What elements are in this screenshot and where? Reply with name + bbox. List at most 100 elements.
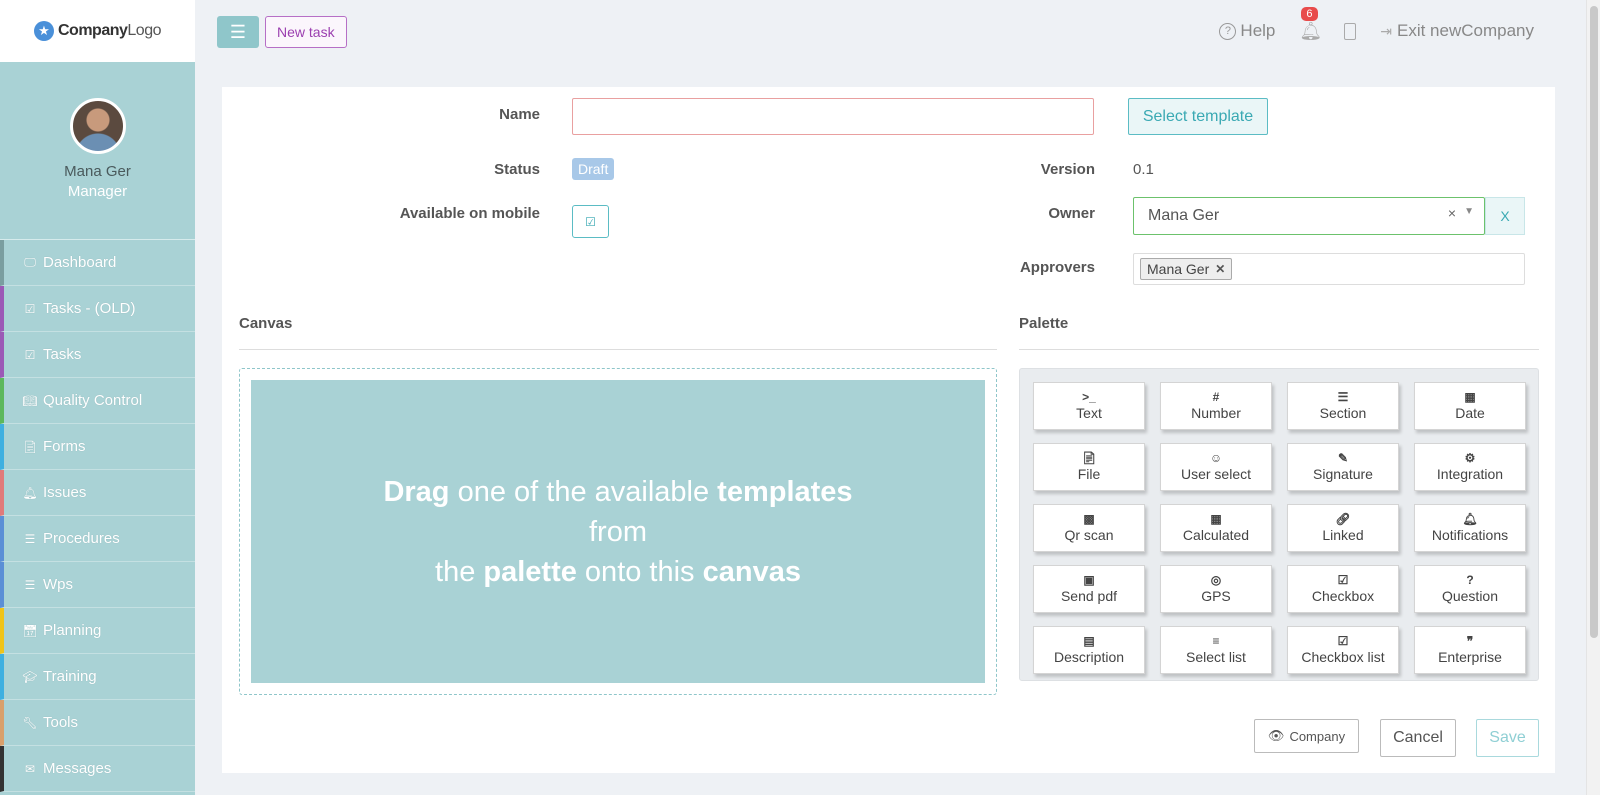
- sidebar-nav: 🖵︎ Dashboard ☑ Tasks - (OLD) ☑ Tasks 📖︎ Quality…: [0, 240, 195, 792]
- canvas-instructions: Drag one of the available templates from…: [383, 475, 853, 588]
- question-circle-icon: ?: [1219, 22, 1237, 40]
- calculator-icon: ▦: [1210, 512, 1222, 526]
- palette-item-signature[interactable]: ✎ Signature: [1287, 443, 1399, 491]
- user-circle-icon: ☺: [1209, 451, 1223, 465]
- palette-item-label: Calculated: [1182, 527, 1250, 543]
- desktop-icon: 🖵︎: [24, 255, 36, 269]
- palette-item-select-list[interactable]: ≡ Select list: [1160, 626, 1272, 674]
- palette-item-number[interactable]: # Number: [1160, 382, 1272, 430]
- sidebar-item-messages[interactable]: ✉ Messages: [0, 746, 195, 792]
- save-button[interactable]: Save: [1476, 719, 1539, 757]
- palette-item-user-select[interactable]: ☺ User select: [1160, 443, 1272, 491]
- name-label: Name: [499, 106, 540, 123]
- star-icon: ★: [34, 21, 54, 41]
- menu-toggle-button[interactable]: ☰: [217, 16, 259, 48]
- available-on-mobile-checkbox[interactable]: ☑: [572, 205, 609, 238]
- list-icon: ☰: [24, 531, 36, 546]
- cancel-button[interactable]: Cancel: [1380, 719, 1456, 757]
- eye-icon: 👁︎: [1267, 728, 1285, 743]
- exit-label: Exit newCompany: [1396, 21, 1534, 40]
- palette-divider: [1019, 349, 1539, 350]
- vertical-scrollbar[interactable]: [1586, 0, 1600, 795]
- sidebar-item-planning[interactable]: 📅︎ Planning: [0, 608, 195, 654]
- palette-item-qr-scan[interactable]: ▩ Qr scan: [1033, 504, 1145, 552]
- palette-item-linked[interactable]: 🔗︎ Linked: [1287, 504, 1399, 552]
- check-square-icon: ☑: [1337, 634, 1349, 648]
- remove-tag-icon[interactable]: ✕: [1215, 262, 1225, 276]
- sidebar-item-training[interactable]: 🎓︎ Training: [0, 654, 195, 700]
- palette-item-gps[interactable]: ◎ GPS: [1160, 565, 1272, 613]
- sidebar-item-issues[interactable]: 🔔︎ Issues: [0, 470, 195, 516]
- status-label: Status: [494, 161, 540, 178]
- palette-item-send-pdf[interactable]: ▣ Send pdf: [1033, 565, 1145, 613]
- palette-item-checkbox-list[interactable]: ☑ Checkbox list: [1287, 626, 1399, 674]
- select-template-button[interactable]: Select template: [1128, 98, 1268, 135]
- palette-item-notifications[interactable]: 🔔︎ Notifications: [1414, 504, 1526, 552]
- palette-grid: >_ Text # Number ☰ Section ▦ Date 📄︎ File ☺ User se…: [1033, 382, 1526, 674]
- sidebar-item-label: Quality Control: [43, 392, 143, 409]
- palette-item-label: Checkbox list: [1301, 649, 1385, 665]
- sign-out-icon: ⇥: [1380, 22, 1392, 39]
- sidebar-item-label: Tools: [43, 714, 79, 731]
- sidebar-item-dashboard[interactable]: 🖵︎ Dashboard: [0, 240, 195, 286]
- canvas-area[interactable]: Drag one of the available templates from…: [251, 380, 985, 683]
- palette-item-checkbox[interactable]: ☑ Checkbox: [1287, 565, 1399, 613]
- palette-item-enterprise[interactable]: ❞ Enterprise: [1414, 626, 1526, 674]
- question-circle-icon: ?: [1466, 573, 1474, 587]
- sidebar-item-forms[interactable]: 📄︎ Forms: [0, 424, 195, 470]
- palette-item-question[interactable]: ? Question: [1414, 565, 1526, 613]
- mobile-icon[interactable]: [1344, 22, 1357, 40]
- owner-remove-button[interactable]: X: [1485, 197, 1525, 235]
- sidebar-item-procedures[interactable]: ☰ Procedures: [0, 516, 195, 562]
- sidebar-item-label: Messages: [43, 760, 112, 777]
- approvers-input[interactable]: Mana Ger ✕: [1133, 253, 1525, 285]
- avatar[interactable]: [69, 98, 126, 154]
- palette-item-label: Signature: [1313, 466, 1373, 482]
- file-icon: 📄︎: [22, 439, 38, 454]
- check-square-icon: ☑: [24, 301, 36, 316]
- exit-company-link[interactable]: ⇥ Exit newCompany: [1380, 21, 1534, 41]
- scrollbar-thumb[interactable]: [1590, 6, 1598, 638]
- company-visibility-button[interactable]: 👁︎ Company: [1254, 719, 1359, 753]
- palette-item-label: Qr scan: [1064, 527, 1114, 543]
- new-task-button[interactable]: New task: [265, 16, 347, 48]
- palette-item-section[interactable]: ☰ Section: [1287, 382, 1399, 430]
- palette-item-date[interactable]: ▦ Date: [1414, 382, 1526, 430]
- owner-label: Owner: [1048, 205, 1095, 222]
- palette-item-text[interactable]: >_ Text: [1033, 382, 1145, 430]
- sidebar: ★ CompanyLogo Mana Ger Manager 🖵︎ Dashboa…: [0, 0, 195, 795]
- sidebar-item-quality-control[interactable]: 📖︎ Quality Control: [0, 378, 195, 424]
- caret-down-icon[interactable]: ▼: [1464, 206, 1474, 217]
- palette-item-file[interactable]: 📄︎ File: [1033, 443, 1145, 491]
- user-profile: Mana Ger Manager: [0, 62, 195, 240]
- palette: >_ Text # Number ☰ Section ▦ Date 📄︎ File ☺ User se…: [1019, 368, 1539, 681]
- notifications-button[interactable]: 🔔︎ 6: [1299, 6, 1322, 42]
- sidebar-item-tasks[interactable]: ☑ Tasks: [0, 332, 195, 378]
- terminal-icon: >_: [1082, 390, 1096, 404]
- help-link[interactable]: ? Help: [1219, 21, 1275, 41]
- calendar-icon: ▦: [1464, 390, 1476, 404]
- logo-text-bold: Company: [58, 22, 128, 39]
- sidebar-item-label: Forms: [43, 438, 86, 455]
- approver-tag: Mana Ger ✕: [1140, 258, 1233, 280]
- name-input[interactable]: [572, 98, 1094, 135]
- canvas-dropzone[interactable]: Drag one of the available templates from…: [239, 368, 997, 695]
- palette-item-calculated[interactable]: ▦ Calculated: [1160, 504, 1272, 552]
- hash-icon: #: [1212, 390, 1220, 404]
- clear-icon[interactable]: ×: [1448, 205, 1456, 221]
- check-square-icon: ☑: [24, 347, 36, 362]
- palette-item-integration[interactable]: ⚙ Integration: [1414, 443, 1526, 491]
- palette-item-description[interactable]: ▤ Description: [1033, 626, 1145, 674]
- logo[interactable]: ★ CompanyLogo: [0, 0, 195, 62]
- sidebar-item-tools[interactable]: 🔧︎ Tools: [0, 700, 195, 746]
- palette-title: Palette: [1019, 315, 1069, 332]
- version-label: Version: [1040, 161, 1095, 178]
- owner-select[interactable]: Mana Ger × ▼: [1133, 197, 1485, 235]
- sidebar-item-wps[interactable]: ☰ Wps: [0, 562, 195, 608]
- palette-item-label: Description: [1053, 649, 1125, 665]
- pen-square-icon: ✎: [1337, 451, 1349, 465]
- image-icon: ▣: [1083, 573, 1095, 587]
- profile-role: Manager: [67, 183, 128, 200]
- sidebar-item-tasks-old[interactable]: ☑ Tasks - (OLD): [0, 286, 195, 332]
- help-label: Help: [1240, 21, 1276, 40]
